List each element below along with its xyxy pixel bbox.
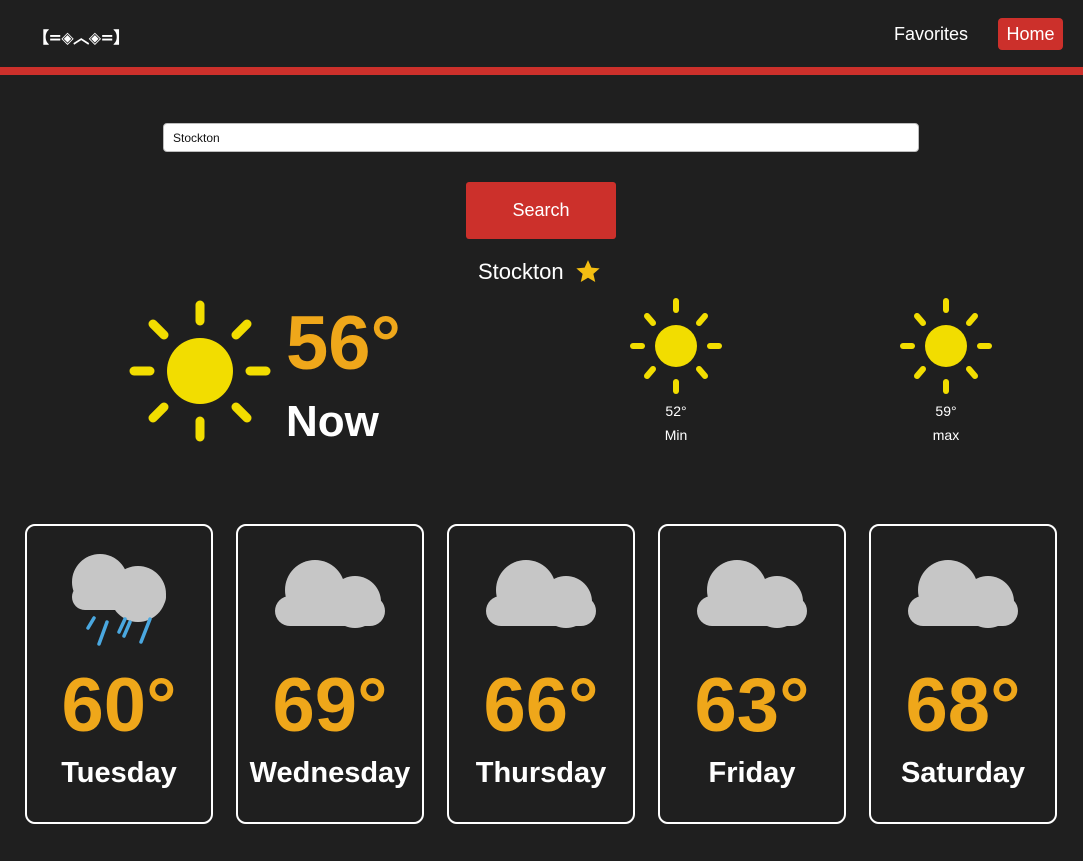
cloud-icon bbox=[482, 530, 602, 650]
forecast-card-tuesday[interactable]: 60° Tuesday bbox=[25, 524, 213, 824]
max-label: max bbox=[932, 427, 960, 443]
forecast-day: Wednesday bbox=[249, 757, 411, 789]
logo[interactable]: 【=◈︿◈=】 bbox=[33, 24, 129, 48]
forecast-card-friday[interactable]: 63° Friday bbox=[658, 524, 846, 824]
forecast-temperature: 69° bbox=[272, 663, 388, 748]
current-label: Now bbox=[286, 397, 379, 446]
current-temperature: 56° bbox=[286, 301, 401, 386]
forecast-card-saturday[interactable]: 68° Saturday bbox=[869, 524, 1057, 824]
min-temperature: 52° bbox=[665, 403, 687, 419]
cloud-icon bbox=[693, 530, 813, 650]
city-name: Stockton bbox=[478, 259, 564, 284]
search-input[interactable] bbox=[163, 123, 919, 152]
rain-cloud-icon bbox=[60, 530, 180, 650]
city-heading: Stockton bbox=[478, 256, 602, 288]
forecast-day: Friday bbox=[708, 757, 796, 789]
header-divider bbox=[0, 67, 1083, 75]
forecast-day: Thursday bbox=[475, 757, 607, 789]
forecast-temperature: 63° bbox=[694, 663, 810, 748]
forecast-temperature: 66° bbox=[483, 663, 599, 748]
min-label: Min bbox=[664, 427, 688, 443]
max-sun-icon bbox=[898, 296, 994, 396]
forecast-card-thursday[interactable]: 66° Thursday bbox=[447, 524, 635, 824]
navbar: 【=◈︿◈=】 Favorites Home bbox=[0, 0, 1083, 68]
sun-icon bbox=[127, 298, 273, 444]
forecast-temperature: 68° bbox=[905, 663, 1021, 748]
nav-home-button[interactable]: Home bbox=[998, 18, 1063, 50]
forecast-card-wednesday[interactable]: 69° Wednesday bbox=[236, 524, 424, 824]
forecast-day: Saturday bbox=[900, 757, 1026, 789]
forecast-temperature: 60° bbox=[61, 663, 177, 748]
nav-favorites-link[interactable]: Favorites bbox=[894, 18, 968, 50]
star-icon[interactable] bbox=[574, 258, 602, 286]
max-temperature: 59° bbox=[935, 403, 957, 419]
forecast-day: Tuesday bbox=[61, 757, 177, 789]
cloud-icon bbox=[904, 530, 1024, 650]
search-button[interactable]: Search bbox=[466, 182, 616, 239]
min-sun-icon bbox=[628, 296, 724, 396]
cloud-icon bbox=[271, 530, 391, 650]
